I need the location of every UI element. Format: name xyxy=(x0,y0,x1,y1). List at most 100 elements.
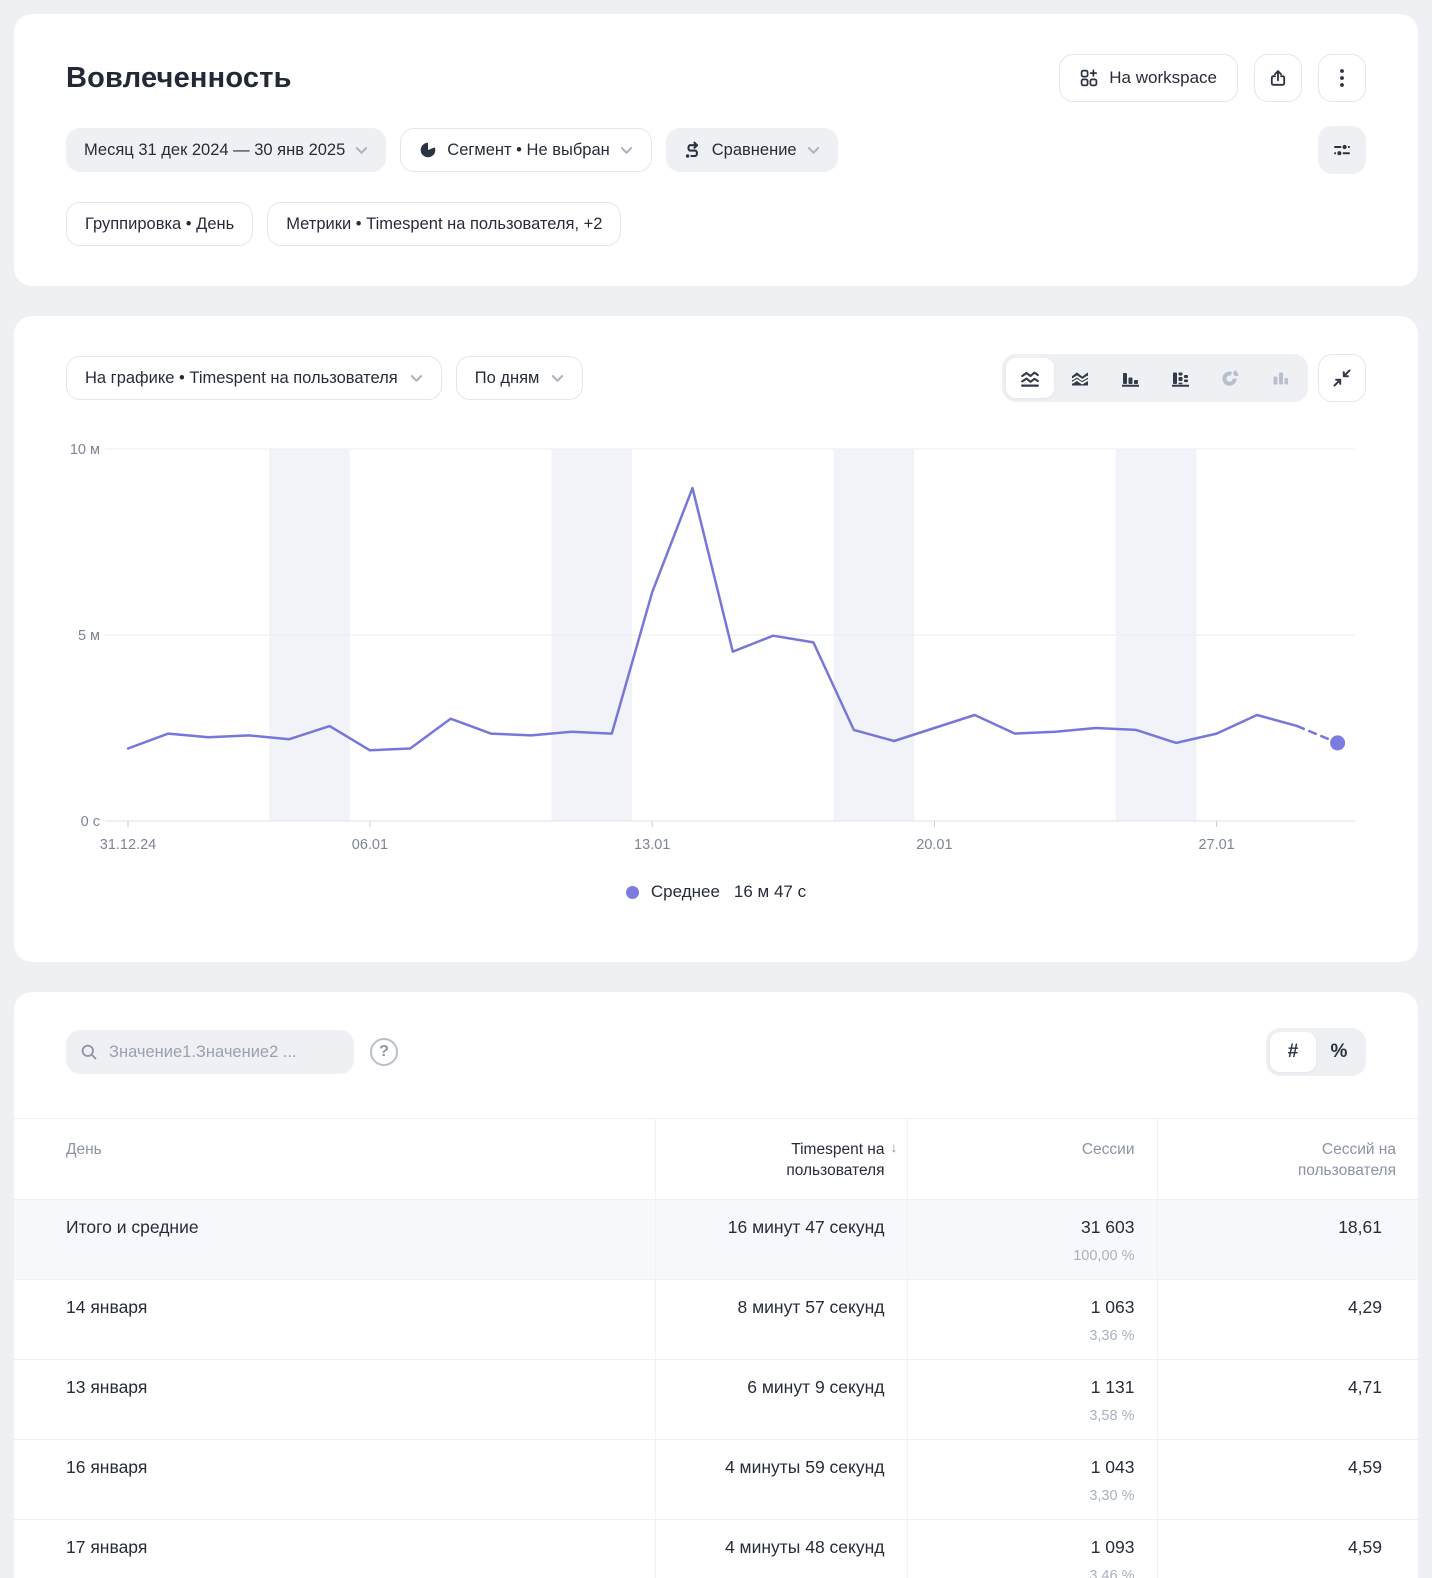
svg-text:10 м: 10 м xyxy=(70,442,100,458)
workspace-button-label: На workspace xyxy=(1109,68,1217,88)
chevron-down-icon xyxy=(551,374,564,383)
cell-sessions: 1 1313,58 % xyxy=(907,1360,1157,1440)
column-chart-icon xyxy=(1269,368,1291,388)
cell-percent: 3,36 % xyxy=(930,1327,1135,1345)
chart-area: 0 с5 м10 м31.12.2406.0113.0120.0127.01 xyxy=(66,436,1366,864)
header-card: Вовлеченность На workspace xyxy=(14,14,1418,286)
more-menu-button[interactable] xyxy=(1318,54,1366,102)
table-row[interactable]: 17 января4 минуты 48 секунд1 0933,46 %4,… xyxy=(14,1520,1418,1578)
table-row[interactable]: Итого и средние16 минут 47 секунд31 6031… xyxy=(14,1200,1418,1280)
cell-sessions-per-user: 4,59 xyxy=(1157,1440,1418,1520)
chart-type-switcher xyxy=(1002,354,1308,402)
cell-timespent: 6 минут 9 секунд xyxy=(655,1360,907,1440)
stacked-area-icon xyxy=(1069,368,1091,388)
column-header-timespent[interactable]: Timespent на пользователя↓ xyxy=(655,1119,907,1200)
cell-timespent: 8 минут 57 секунд xyxy=(655,1280,907,1360)
table-row[interactable]: 16 января4 минуты 59 секунд1 0433,30 %4,… xyxy=(14,1440,1418,1520)
segment-chip-label: Сегмент • Не выбран xyxy=(447,141,609,160)
filter-chip-metrics[interactable]: Метрики • Timespent на пользователя, +2 xyxy=(267,202,621,246)
chevron-down-icon xyxy=(620,146,633,155)
svg-text:31.12.24: 31.12.24 xyxy=(100,837,156,853)
chart-card: На графике • Timespent на пользователя П… xyxy=(14,316,1418,962)
chevron-down-icon xyxy=(410,374,423,383)
metrics-chip-label: Метрики • Timespent на пользователя, +2 xyxy=(286,215,602,234)
legend-value: 16 м 47 с xyxy=(734,882,806,902)
cell-sessions: 1 0933,46 % xyxy=(907,1520,1157,1578)
table-search[interactable] xyxy=(66,1030,354,1074)
column-header-sessions[interactable]: Сессии xyxy=(907,1119,1157,1200)
chart-metric-dropdown[interactable]: На графике • Timespent на пользователя xyxy=(66,356,442,400)
number-percent-toggle: # % xyxy=(1266,1028,1366,1076)
share-icon xyxy=(1268,68,1288,88)
svg-text:06.01: 06.01 xyxy=(352,837,388,853)
table-row[interactable]: 13 января6 минут 9 секунд1 1313,58 %4,71 xyxy=(14,1360,1418,1440)
cell-day: 13 января xyxy=(14,1360,655,1440)
show-numbers-button[interactable]: # xyxy=(1270,1032,1316,1072)
sliders-icon xyxy=(1332,140,1352,160)
chart-metric-dropdown-label: На графике • Timespent на пользователя xyxy=(85,369,398,388)
svg-text:20.01: 20.01 xyxy=(916,837,952,853)
help-button[interactable]: ? xyxy=(370,1038,398,1066)
chart-type-bars-button[interactable] xyxy=(1106,358,1154,398)
granularity-dropdown-label: По дням xyxy=(475,369,540,388)
cell-percent: 100,00 % xyxy=(930,1247,1135,1265)
cell-timespent: 4 минуты 59 секунд xyxy=(655,1440,907,1520)
stacked-bar-chart-icon xyxy=(1169,368,1191,388)
table-card: ? # % ДеньTimespent на пользователя↓Сесс… xyxy=(14,992,1418,1578)
cell-sessions-per-user: 18,61 xyxy=(1157,1200,1418,1280)
collapse-icon xyxy=(1332,368,1352,388)
workspace-grid-plus-icon xyxy=(1080,69,1098,87)
table-header-row: ДеньTimespent на пользователя↓СессииСесс… xyxy=(14,1119,1418,1200)
settings-button[interactable] xyxy=(1318,126,1366,174)
data-table: ДеньTimespent на пользователя↓СессииСесс… xyxy=(14,1118,1418,1578)
workspace-button[interactable]: На workspace xyxy=(1059,54,1238,102)
collapse-chart-button[interactable] xyxy=(1318,354,1366,402)
cell-sessions-per-user: 4,29 xyxy=(1157,1280,1418,1360)
cell-timespent: 16 минут 47 секунд xyxy=(655,1200,907,1280)
sort-desc-icon: ↓ xyxy=(891,1139,898,1155)
svg-text:5 м: 5 м xyxy=(78,628,100,644)
donut-chart-icon xyxy=(1219,368,1241,388)
cell-sessions: 1 0433,30 % xyxy=(907,1440,1157,1520)
kebab-menu-icon xyxy=(1339,68,1345,88)
cell-day: Итого и средние xyxy=(14,1200,655,1280)
svg-text:27.01: 27.01 xyxy=(1198,837,1234,853)
cell-percent: 3,58 % xyxy=(930,1407,1135,1425)
cell-day: 16 января xyxy=(14,1440,655,1520)
search-input[interactable] xyxy=(107,1042,340,1063)
filter-chip-comparison[interactable]: Сравнение xyxy=(666,128,838,172)
filter-chip-segment[interactable]: Сегмент • Не выбран xyxy=(400,128,651,172)
column-header-day[interactable]: День xyxy=(14,1119,655,1200)
timespent-line-chart[interactable]: 0 с5 м10 м31.12.2406.0113.0120.0127.01 xyxy=(66,436,1366,864)
chevron-down-icon xyxy=(807,146,820,155)
page-title: Вовлеченность xyxy=(66,62,292,95)
cell-sessions: 1 0633,36 % xyxy=(907,1280,1157,1360)
show-percent-button[interactable]: % xyxy=(1316,1032,1362,1072)
cell-day: 17 января xyxy=(14,1520,655,1578)
filter-chip-grouping[interactable]: Группировка • День xyxy=(66,202,253,246)
segment-pie-icon xyxy=(419,141,437,159)
cell-percent: 3,30 % xyxy=(930,1487,1135,1505)
legend-dot-icon xyxy=(626,886,639,899)
filter-chip-period[interactable]: Месяц 31 дек 2024 — 30 янв 2025 xyxy=(66,128,386,172)
chart-type-donut-button[interactable] xyxy=(1206,358,1254,398)
period-chip-label: Месяц 31 дек 2024 — 30 янв 2025 xyxy=(84,141,345,160)
granularity-dropdown[interactable]: По дням xyxy=(456,356,584,400)
cell-sessions-per-user: 4,59 xyxy=(1157,1520,1418,1578)
cell-day: 14 января xyxy=(14,1280,655,1360)
chart-type-line-button[interactable] xyxy=(1006,358,1054,398)
engagement-report-page: Вовлеченность На workspace xyxy=(0,0,1432,1578)
chart-legend[interactable]: Среднее 16 м 47 с xyxy=(66,882,1366,902)
share-button[interactable] xyxy=(1254,54,1302,102)
chart-type-stacked-bars-button[interactable] xyxy=(1156,358,1204,398)
cell-sessions-per-user: 4,71 xyxy=(1157,1360,1418,1440)
cell-timespent: 4 минуты 48 секунд xyxy=(655,1520,907,1578)
comparison-icon xyxy=(684,141,702,159)
chart-type-columns-button[interactable] xyxy=(1256,358,1304,398)
bar-chart-icon xyxy=(1119,368,1141,388)
chart-type-area-button[interactable] xyxy=(1056,358,1104,398)
column-header-sessions-per-user[interactable]: Сессий на пользователя xyxy=(1157,1119,1418,1200)
svg-text:0 с: 0 с xyxy=(81,814,100,830)
table-row[interactable]: 14 января8 минут 57 секунд1 0633,36 %4,2… xyxy=(14,1280,1418,1360)
comparison-chip-label: Сравнение xyxy=(712,141,797,160)
